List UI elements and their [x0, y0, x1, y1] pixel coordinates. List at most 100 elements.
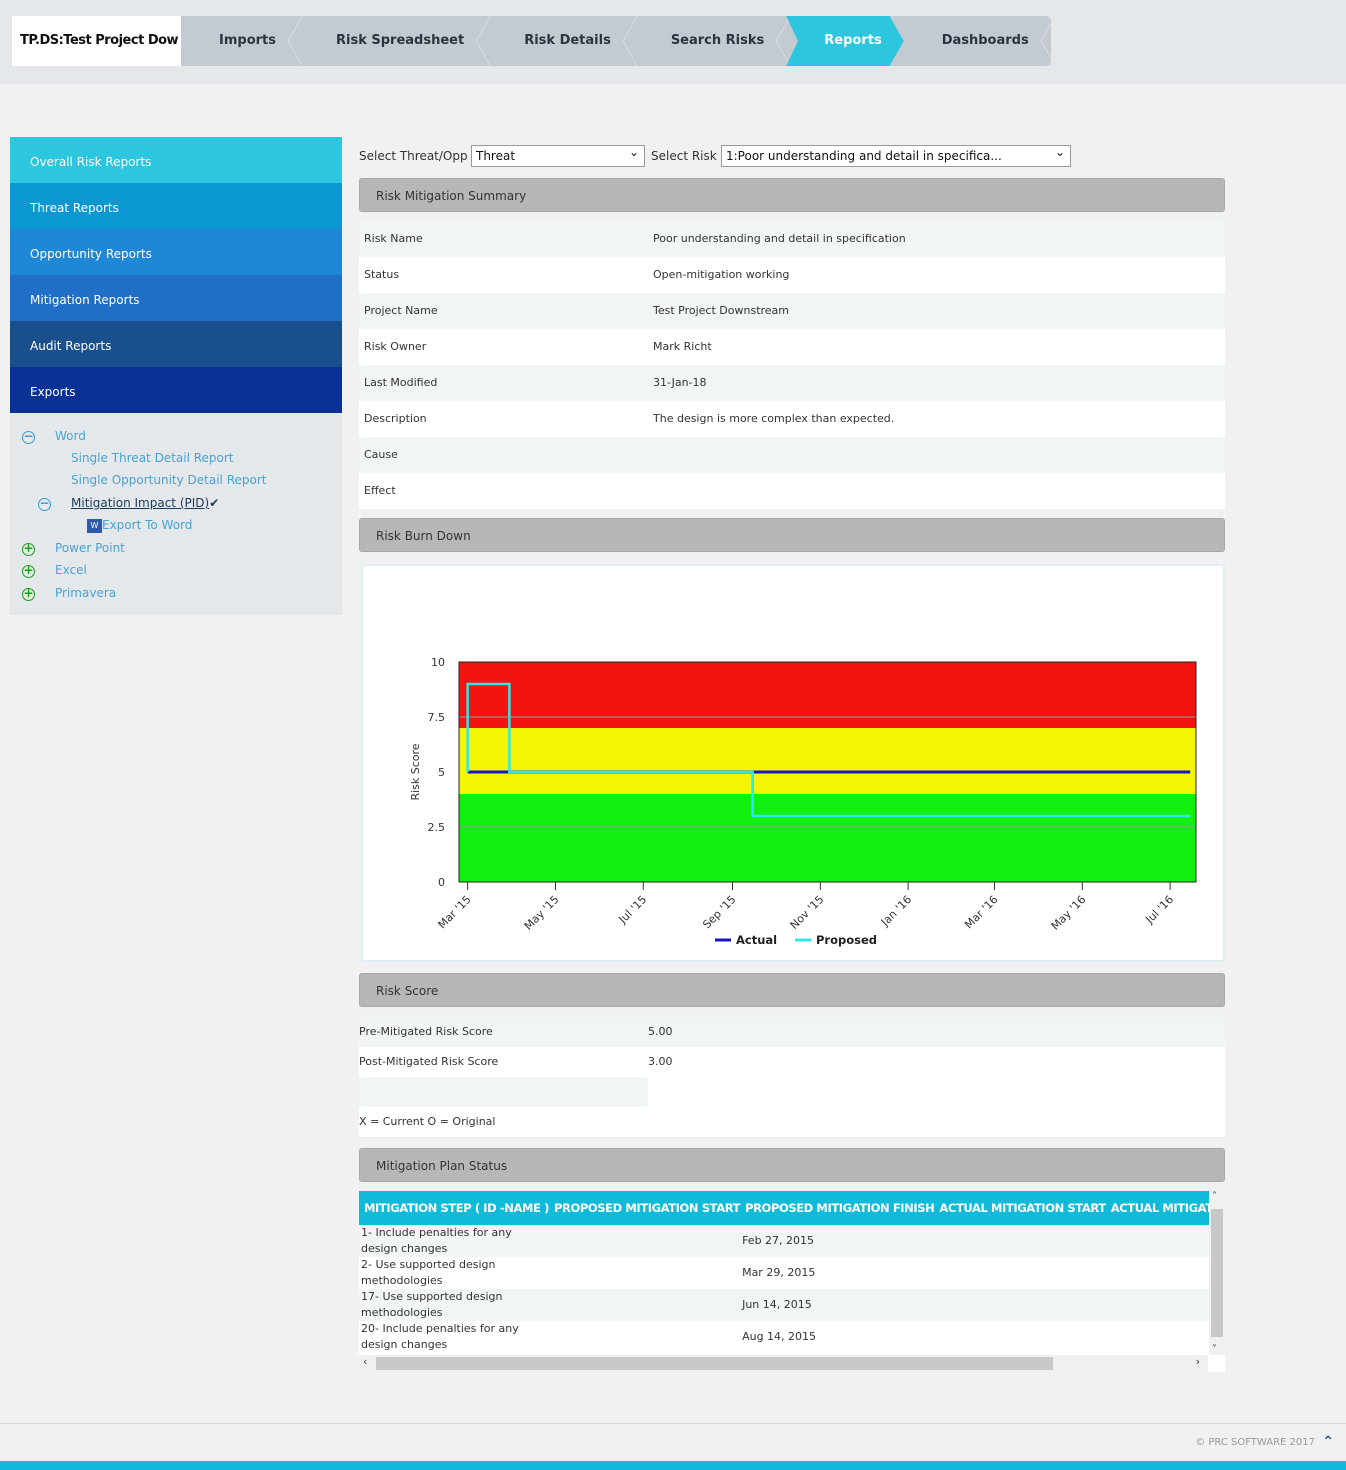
- tab-dashboards[interactable]: Dashboards: [904, 16, 1055, 66]
- summary-label: Project Name: [364, 304, 438, 317]
- summary-label: Risk Name: [364, 232, 423, 245]
- table-cell: [549, 1225, 740, 1257]
- tree-word[interactable]: − Word: [22, 429, 86, 444]
- summary-value: Mark Richt: [653, 340, 712, 353]
- sidebar-item-threat-reports[interactable]: Threat Reports: [10, 183, 342, 229]
- single-opportunity-report-link[interactable]: Single Opportunity Detail Report: [71, 473, 266, 487]
- y-tick-label: 2.5: [428, 821, 446, 834]
- expand-icon[interactable]: +: [22, 587, 35, 601]
- x-tick-label: Sep '15: [700, 893, 738, 931]
- burndown-chart: 0 2.5 5 7.5 10 Risk Score Mar '15 May '15 Jul '1…: [361, 564, 1225, 962]
- threat-opp-select[interactable]: Threat: [471, 142, 645, 167]
- risk-band: [459, 662, 1196, 728]
- risk-band: [459, 728, 1196, 794]
- sidebar-item-exports[interactable]: Exports: [10, 367, 342, 413]
- copyright: © PRC SOFTWARE 2017: [1195, 1437, 1315, 1448]
- table-cell: Aug 14, 2015: [742, 1330, 817, 1343]
- y-tick-label: 10: [431, 656, 445, 669]
- table-cell: [1106, 1257, 1225, 1289]
- y-tick-label: 5: [438, 766, 445, 779]
- tree-word-label[interactable]: Word: [55, 429, 86, 443]
- summary-table: Risk Name Poor understanding and detail i…: [359, 221, 1225, 509]
- legend-label: Actual: [736, 933, 777, 947]
- tab-risk-details[interactable]: Risk Details: [486, 16, 637, 66]
- tree-primavera[interactable]: + Primavera: [22, 586, 116, 601]
- pre-mitigated-label: Pre-Mitigated Risk Score: [359, 1025, 493, 1038]
- expand-icon[interactable]: +: [22, 542, 35, 556]
- summary-row: Effect: [359, 473, 1225, 509]
- column-header[interactable]: PROPOSED MITIGATION FINISH: [740, 1191, 935, 1225]
- export-to-word-label[interactable]: Export To Word: [102, 518, 192, 532]
- table-cell: 1- Include penalties for any design chan…: [361, 1226, 512, 1255]
- table-cell: 20- Include penalties for any design cha…: [361, 1322, 519, 1351]
- table-cell: [934, 1257, 1105, 1289]
- vertical-scrollbar[interactable]: ˄ ˅: [1209, 1191, 1225, 1355]
- column-header[interactable]: ACTUAL MITIGATION FINIS: [1106, 1191, 1225, 1225]
- check-icon: ✔: [209, 496, 220, 510]
- tree-excel-label[interactable]: Excel: [55, 563, 87, 577]
- table-row: 20- Include penalties for any design cha…: [359, 1321, 1225, 1353]
- single-threat-report-link[interactable]: Single Threat Detail Report: [71, 451, 234, 465]
- tab-search-risks[interactable]: Search Risks: [633, 16, 791, 66]
- table-cell: 2- Use supported design methodologies: [361, 1258, 496, 1287]
- tree-mitigation-impact[interactable]: − Mitigation Impact (PID)✔: [38, 496, 219, 511]
- summary-label: Description: [364, 412, 427, 425]
- tree-primavera-label[interactable]: Primavera: [55, 586, 116, 600]
- tab-risk-spreadsheet[interactable]: Risk Spreadsheet: [298, 16, 491, 66]
- column-header[interactable]: PROPOSED MITIGATION START: [549, 1191, 740, 1225]
- summary-header: Risk Mitigation Summary: [359, 178, 1225, 212]
- tab-imports[interactable]: Imports: [181, 16, 302, 66]
- x-tick-label: Mar '15: [435, 893, 473, 931]
- x-tick-label: Jan '16: [878, 893, 914, 929]
- project-name[interactable]: TP.DS:Test Project Dow: [12, 16, 181, 66]
- burndown-header: Risk Burn Down: [359, 518, 1225, 552]
- sidebar-item-mitigation-reports[interactable]: Mitigation Reports: [10, 275, 342, 321]
- risk-select[interactable]: 1:Poor understanding and detail in speci…: [721, 142, 1071, 167]
- x-tick-label: Nov '15: [788, 893, 827, 932]
- chart-svg: 0 2.5 5 7.5 10 Risk Score Mar '15 May '15 Jul '1…: [409, 656, 1197, 947]
- summary-row: Description The design is more complex th…: [359, 401, 1225, 437]
- table-cell: [934, 1225, 1105, 1257]
- sidebar-item-overall-risk-reports[interactable]: Overall Risk Reports: [10, 137, 342, 183]
- column-header[interactable]: MITIGATION STEP ( ID -NAME ): [359, 1191, 549, 1225]
- top-bar: TP.DS:Test Project Dow Imports Risk Spre…: [0, 0, 1346, 84]
- table-cell: 17- Use supported design methodologies: [361, 1290, 503, 1319]
- x-tick-label: Jul '16: [1142, 893, 1176, 927]
- summary-value: The design is more complex than expected…: [653, 412, 895, 425]
- tree-power-point-label[interactable]: Power Point: [55, 541, 125, 555]
- tree-excel[interactable]: + Excel: [22, 563, 87, 578]
- expand-icon[interactable]: +: [22, 564, 35, 578]
- x-tick-label: Mar '16: [962, 893, 1000, 931]
- sidebar-item-audit-reports[interactable]: Audit Reports: [10, 321, 342, 367]
- table-cell: [1106, 1289, 1225, 1321]
- table-cell: [549, 1257, 740, 1289]
- y-tick-label: 7.5: [428, 711, 446, 724]
- table-cell: [549, 1321, 740, 1353]
- export-to-word-link[interactable]: W Export To Word: [87, 518, 192, 533]
- table-cell: [934, 1321, 1105, 1353]
- summary-label: Effect: [364, 484, 396, 497]
- x-tick-label: May '16: [1049, 893, 1089, 933]
- summary-label: Cause: [364, 448, 398, 461]
- score-legend-note: X = Current O = Original: [359, 1115, 496, 1128]
- tree-power-point[interactable]: + Power Point: [22, 541, 125, 556]
- footer-bar: [0, 1461, 1346, 1470]
- horizontal-scrollbar[interactable]: ‹ ›: [359, 1355, 1208, 1372]
- table-cell: Feb 27, 2015: [742, 1234, 815, 1247]
- scroll-top-icon[interactable]: ⌃: [1322, 1434, 1334, 1450]
- summary-label: Status: [364, 268, 400, 281]
- risk-band: [459, 794, 1196, 882]
- mitigation-plan-header: Mitigation Plan Status: [359, 1148, 1225, 1182]
- summary-row: Last Modified 31-Jan-18: [359, 365, 1225, 401]
- table-row: 2- Use supported design methodologies Mar…: [359, 1257, 1225, 1289]
- threat-opp-label: Select Threat/Opp :: [359, 149, 476, 163]
- sidebar: Overall Risk Reports Threat Reports Opport…: [10, 137, 342, 615]
- column-header[interactable]: ACTUAL MITIGATION START: [934, 1191, 1106, 1225]
- collapse-icon[interactable]: −: [22, 430, 35, 444]
- sidebar-item-opportunity-reports[interactable]: Opportunity Reports: [10, 229, 342, 275]
- collapse-icon[interactable]: −: [38, 497, 51, 511]
- mitigation-impact-link[interactable]: Mitigation Impact (PID): [71, 496, 209, 510]
- x-tick-label: May '15: [522, 893, 562, 933]
- summary-label: Risk Owner: [364, 340, 427, 353]
- tab-reports[interactable]: Reports: [786, 16, 904, 66]
